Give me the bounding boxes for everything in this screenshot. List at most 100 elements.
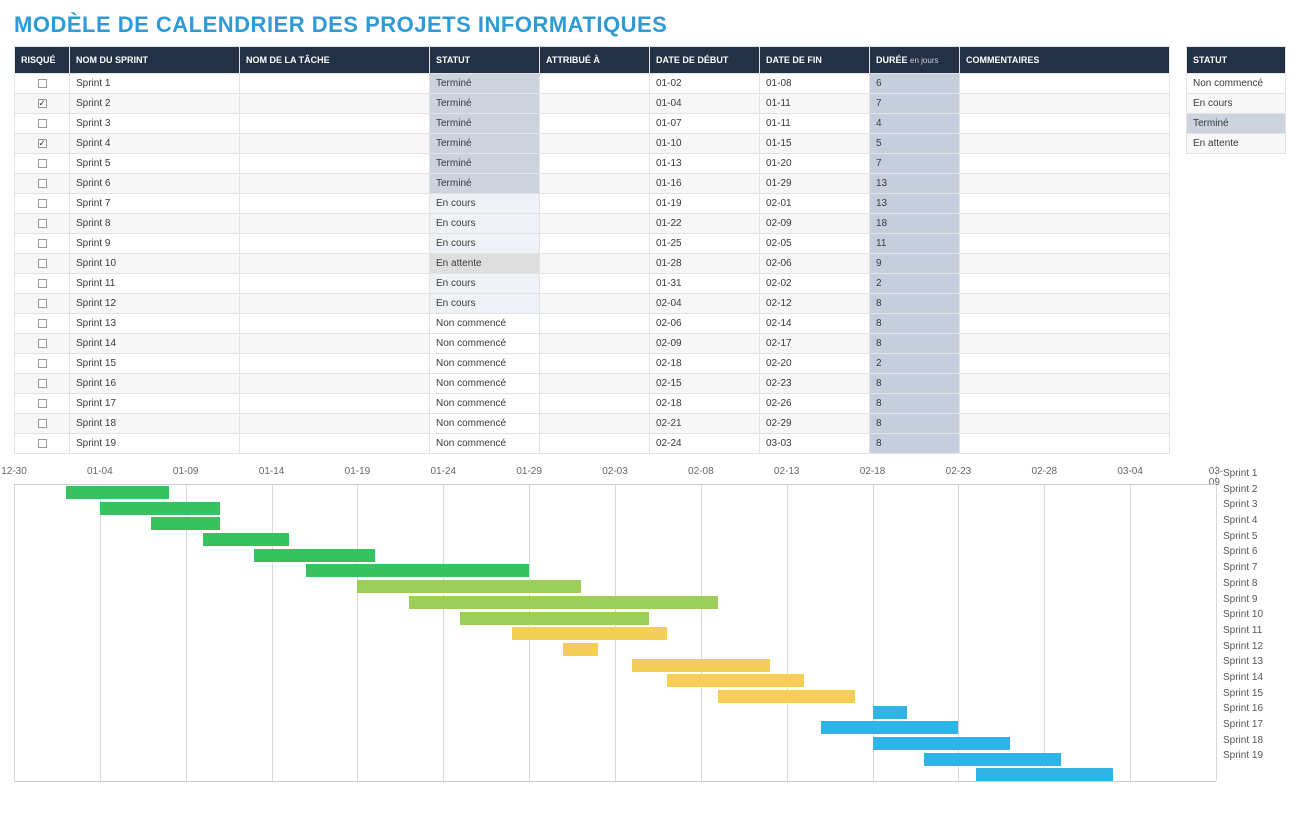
- cell-assignee[interactable]: [540, 374, 650, 394]
- col-task[interactable]: NOM DE LA TÂCHE: [240, 47, 430, 74]
- col-risk[interactable]: RISQUÉ: [15, 47, 70, 74]
- gantt-bar[interactable]: [254, 549, 374, 562]
- cell-status[interactable]: Non commencé: [430, 414, 540, 434]
- cell-duration[interactable]: 2: [870, 274, 960, 294]
- cell-task[interactable]: [240, 194, 430, 214]
- cell-task[interactable]: [240, 94, 430, 114]
- cell-start[interactable]: 02-04: [650, 294, 760, 314]
- cell-comments[interactable]: [960, 154, 1170, 174]
- gantt-bar[interactable]: [100, 502, 220, 515]
- cell-end[interactable]: 02-26: [760, 394, 870, 414]
- cell-task[interactable]: [240, 134, 430, 154]
- cell-start[interactable]: 02-21: [650, 414, 760, 434]
- cell-task[interactable]: [240, 414, 430, 434]
- cell-comments[interactable]: [960, 314, 1170, 334]
- gantt-bar[interactable]: [306, 564, 529, 577]
- cell-duration[interactable]: 8: [870, 414, 960, 434]
- cell-status[interactable]: En cours: [430, 214, 540, 234]
- cell-comments[interactable]: [960, 434, 1170, 454]
- table-row[interactable]: Sprint 12En cours02-0402-128: [15, 294, 1170, 314]
- cell-sprint[interactable]: Sprint 17: [70, 394, 240, 414]
- cell-assignee[interactable]: [540, 394, 650, 414]
- cell-sprint[interactable]: Sprint 1: [70, 74, 240, 94]
- gantt-bar[interactable]: [873, 706, 907, 719]
- table-row[interactable]: Sprint 5Terminé01-1301-207: [15, 154, 1170, 174]
- table-row[interactable]: Sprint 2Terminé01-0401-117: [15, 94, 1170, 114]
- cell-comments[interactable]: [960, 234, 1170, 254]
- cell-start[interactable]: 01-31: [650, 274, 760, 294]
- cell-sprint[interactable]: Sprint 7: [70, 194, 240, 214]
- table-row[interactable]: Sprint 18Non commencé02-2102-298: [15, 414, 1170, 434]
- cell-task[interactable]: [240, 374, 430, 394]
- cell-comments[interactable]: [960, 394, 1170, 414]
- cell-assignee[interactable]: [540, 414, 650, 434]
- gantt-bar[interactable]: [632, 659, 769, 672]
- cell-start[interactable]: 02-06: [650, 314, 760, 334]
- gantt-bar[interactable]: [667, 674, 804, 687]
- gantt-bar[interactable]: [873, 737, 1010, 750]
- cell-end[interactable]: 02-02: [760, 274, 870, 294]
- cell-status[interactable]: En cours: [430, 234, 540, 254]
- cell-duration[interactable]: 8: [870, 294, 960, 314]
- table-row[interactable]: Sprint 6Terminé01-1601-2913: [15, 174, 1170, 194]
- table-row[interactable]: Sprint 14Non commencé02-0902-178: [15, 334, 1170, 354]
- cell-comments[interactable]: [960, 134, 1170, 154]
- cell-sprint[interactable]: Sprint 6: [70, 174, 240, 194]
- gantt-bar[interactable]: [357, 580, 580, 593]
- table-row[interactable]: Sprint 10En attente01-2802-069: [15, 254, 1170, 274]
- cell-end[interactable]: 02-20: [760, 354, 870, 374]
- cell-end[interactable]: 01-11: [760, 114, 870, 134]
- col-duration[interactable]: DURÉE en jours: [870, 47, 960, 74]
- cell-sprint[interactable]: Sprint 2: [70, 94, 240, 114]
- cell-assignee[interactable]: [540, 334, 650, 354]
- cell-status[interactable]: En attente: [430, 254, 540, 274]
- cell-end[interactable]: 02-01: [760, 194, 870, 214]
- cell-end[interactable]: 02-14: [760, 314, 870, 334]
- cell-duration[interactable]: 2: [870, 354, 960, 374]
- table-row[interactable]: Sprint 13Non commencé02-0602-148: [15, 314, 1170, 334]
- cell-assignee[interactable]: [540, 234, 650, 254]
- gantt-bar[interactable]: [460, 612, 649, 625]
- cell-assignee[interactable]: [540, 214, 650, 234]
- cell-status[interactable]: Terminé: [430, 114, 540, 134]
- cell-end[interactable]: 02-05: [760, 234, 870, 254]
- cell-task[interactable]: [240, 294, 430, 314]
- table-row[interactable]: Sprint 16Non commencé02-1502-238: [15, 374, 1170, 394]
- cell-sprint[interactable]: Sprint 9: [70, 234, 240, 254]
- cell-start[interactable]: 01-22: [650, 214, 760, 234]
- cell-duration[interactable]: 8: [870, 334, 960, 354]
- cell-assignee[interactable]: [540, 174, 650, 194]
- cell-end[interactable]: 01-15: [760, 134, 870, 154]
- cell-assignee[interactable]: [540, 94, 650, 114]
- cell-duration[interactable]: 7: [870, 94, 960, 114]
- cell-task[interactable]: [240, 434, 430, 454]
- cell-assignee[interactable]: [540, 354, 650, 374]
- cell-assignee[interactable]: [540, 134, 650, 154]
- cell-sprint[interactable]: Sprint 13: [70, 314, 240, 334]
- col-assignee[interactable]: ATTRIBUÉ À: [540, 47, 650, 74]
- cell-start[interactable]: 02-18: [650, 394, 760, 414]
- col-status[interactable]: STATUT: [430, 47, 540, 74]
- risk-checkbox[interactable]: [15, 434, 70, 454]
- cell-duration[interactable]: 5: [870, 134, 960, 154]
- cell-duration[interactable]: 13: [870, 174, 960, 194]
- gantt-bar[interactable]: [409, 596, 718, 609]
- cell-status[interactable]: Terminé: [430, 94, 540, 114]
- cell-assignee[interactable]: [540, 434, 650, 454]
- cell-duration[interactable]: 11: [870, 234, 960, 254]
- table-row[interactable]: Sprint 8En cours01-2202-0918: [15, 214, 1170, 234]
- cell-assignee[interactable]: [540, 74, 650, 94]
- cell-status[interactable]: En cours: [430, 294, 540, 314]
- cell-duration[interactable]: 18: [870, 214, 960, 234]
- cell-comments[interactable]: [960, 414, 1170, 434]
- cell-task[interactable]: [240, 314, 430, 334]
- cell-start[interactable]: 02-09: [650, 334, 760, 354]
- cell-start[interactable]: 01-28: [650, 254, 760, 274]
- table-row[interactable]: Sprint 15Non commencé02-1802-202: [15, 354, 1170, 374]
- table-row[interactable]: Sprint 11En cours01-3102-022: [15, 274, 1170, 294]
- cell-end[interactable]: 02-17: [760, 334, 870, 354]
- cell-start[interactable]: 02-15: [650, 374, 760, 394]
- risk-checkbox[interactable]: [15, 114, 70, 134]
- cell-comments[interactable]: [960, 334, 1170, 354]
- gantt-bar[interactable]: [151, 517, 220, 530]
